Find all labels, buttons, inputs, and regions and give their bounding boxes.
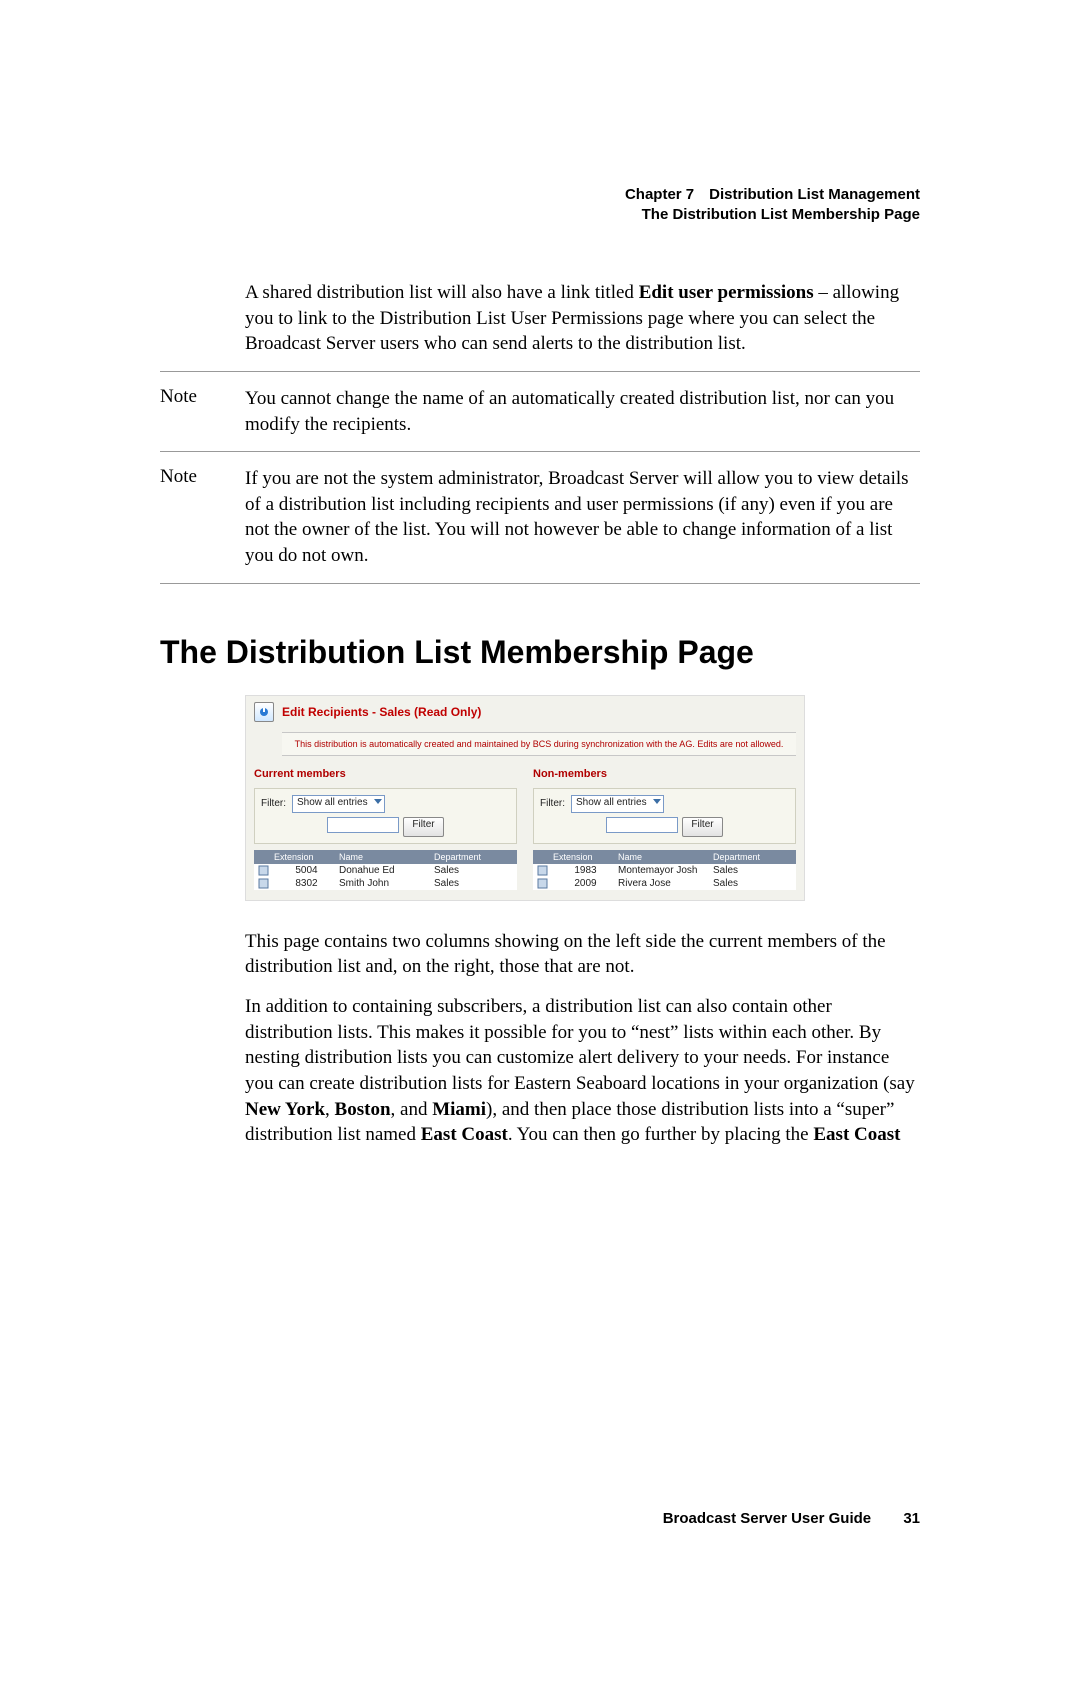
footer: Broadcast Server User Guide 31 xyxy=(663,1510,920,1527)
note-label: Note xyxy=(160,386,245,408)
section-title: The Distribution List Membership Page xyxy=(160,634,920,671)
header-chapter: Chapter 7 Distribution List Management xyxy=(625,185,920,205)
filter-button-left[interactable]: Filter xyxy=(403,817,443,837)
user-icon xyxy=(258,865,274,876)
non-members-column: Non-members Filter: Show all entries Fil… xyxy=(533,768,796,890)
note-label: Note xyxy=(160,466,245,488)
note-2-text: If you are not the system administrator,… xyxy=(245,466,920,569)
screenshot-figure: Edit Recipients - Sales (Read Only) This… xyxy=(245,695,805,901)
para-columns: This page contains two columns showing o… xyxy=(245,929,920,980)
table-header-left: Extension Name Department xyxy=(254,850,517,864)
intro-paragraph: A shared distribution list will also hav… xyxy=(245,280,920,357)
filter-input-left[interactable] xyxy=(327,817,399,833)
table-row: 1983 Montemayor Josh Sales xyxy=(533,864,796,877)
filter-box-right: Filter: Show all entries Filter xyxy=(533,788,796,844)
user-icon xyxy=(537,878,553,889)
filter-label: Filter: xyxy=(261,798,286,809)
running-header: Chapter 7 Distribution List Management T… xyxy=(625,185,920,226)
filter-select-right[interactable]: Show all entries xyxy=(571,795,664,813)
filter-button-right[interactable]: Filter xyxy=(682,817,722,837)
edit-user-permissions-bold: Edit user permissions xyxy=(639,282,814,303)
table-row: 2009 Rivera Jose Sales xyxy=(533,877,796,890)
window-icon xyxy=(254,702,274,722)
current-members-column: Current members Filter: Show all entries… xyxy=(254,768,517,890)
window-title: Edit Recipients - Sales (Read Only) xyxy=(282,705,481,719)
page-number: 31 xyxy=(903,1510,920,1527)
table-row: 8302 Smith John Sales xyxy=(254,877,517,890)
header-section: The Distribution List Membership Page xyxy=(625,205,920,225)
filter-box-left: Filter: Show all entries Filter xyxy=(254,788,517,844)
edit-notice: This distribution is automatically creat… xyxy=(282,732,796,756)
table-row: 5004 Donahue Ed Sales xyxy=(254,864,517,877)
user-icon xyxy=(258,878,274,889)
content: A shared distribution list will also hav… xyxy=(160,280,920,1148)
current-members-title: Current members xyxy=(254,768,517,780)
non-members-title: Non-members xyxy=(533,768,796,780)
table-header-right: Extension Name Department xyxy=(533,850,796,864)
user-icon xyxy=(537,865,553,876)
filter-input-right[interactable] xyxy=(606,817,678,833)
note-1-text: You cannot change the name of an automat… xyxy=(245,386,920,437)
page: Chapter 7 Distribution List Management T… xyxy=(0,0,1080,1697)
para-nesting: In addition to containing subscribers, a… xyxy=(245,994,920,1148)
footer-guide: Broadcast Server User Guide xyxy=(663,1510,871,1527)
note-2: Note If you are not the system administr… xyxy=(160,452,920,584)
note-1: Note You cannot change the name of an au… xyxy=(160,371,920,452)
filter-select-left[interactable]: Show all entries xyxy=(292,795,385,813)
filter-label: Filter: xyxy=(540,798,565,809)
